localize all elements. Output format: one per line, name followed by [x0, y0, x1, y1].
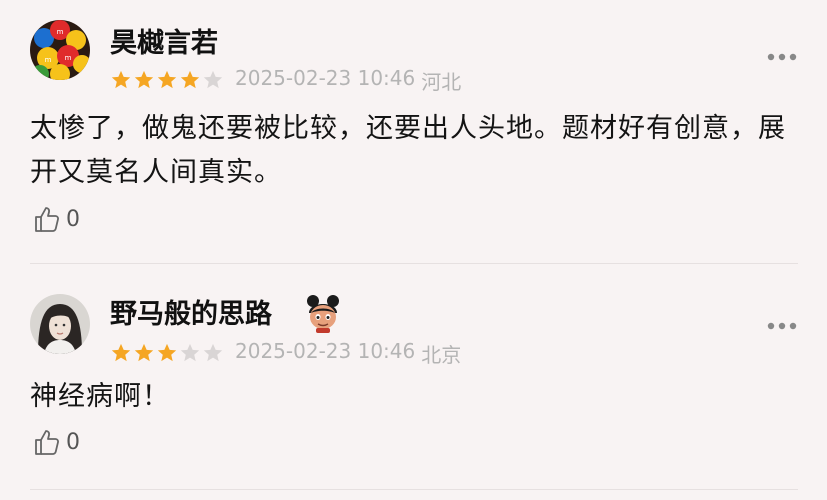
user-avatar[interactable]: m m m — [30, 20, 90, 80]
candy-avatar-icon: m m m — [30, 20, 90, 80]
review-text: 太惨了，做鬼还要被比较，还要出人头地。题材好有创意，展开又莫名人间真实。 — [30, 113, 786, 188]
username[interactable]: 野马般的思路 — [110, 298, 272, 332]
review-location: 北京 — [421, 342, 462, 367]
review-date: 2025-02-23 10:46 — [235, 65, 416, 90]
review-meta: 2025-02-23 10:46 北京 — [110, 339, 461, 368]
review-meta-text: 2025-02-23 10:46 北京 — [235, 339, 461, 368]
thumbs-up-icon — [35, 430, 59, 455]
portrait-avatar-icon — [30, 294, 90, 354]
review-location: 河北 — [421, 69, 462, 94]
star-filled-icon — [157, 70, 177, 89]
svg-text:m: m — [57, 28, 64, 36]
review-meta: 2025-02-23 10:46 河北 — [110, 66, 461, 95]
star-filled-icon — [134, 70, 154, 89]
star-filled-icon — [111, 70, 131, 89]
star-empty-icon — [180, 343, 200, 362]
username[interactable]: 昊樾言若 — [110, 27, 218, 61]
cartoon-character-badge-icon — [303, 293, 343, 333]
svg-text:m: m — [65, 54, 72, 62]
review-card: m m m 昊樾言若 2025-02-23 10:46 河北 太惨了，做鬼还要被… — [0, 0, 827, 265]
like-count: 0 — [66, 206, 80, 232]
review-date: 2025-02-23 10:46 — [235, 338, 416, 363]
review-card: 野马般的思路 2025-02-23 10:46 北京 神经病啊！ 0 — [0, 265, 827, 500]
star-filled-icon — [111, 343, 131, 362]
like-count: 0 — [66, 429, 80, 455]
like-button[interactable]: 0 — [32, 425, 80, 459]
star-rating — [110, 69, 225, 91]
star-empty-icon — [203, 343, 223, 362]
ellipsis-icon — [767, 322, 797, 330]
more-options-button[interactable] — [766, 318, 798, 332]
more-options-button[interactable] — [766, 49, 798, 63]
star-rating — [110, 342, 225, 364]
divider — [30, 489, 798, 490]
star-filled-icon — [180, 70, 200, 89]
divider — [30, 263, 798, 264]
ellipsis-icon — [767, 53, 797, 61]
user-avatar[interactable] — [30, 294, 90, 354]
review-meta-text: 2025-02-23 10:46 河北 — [235, 66, 461, 95]
star-empty-icon — [203, 70, 223, 89]
svg-text:m: m — [45, 56, 52, 64]
thumbs-up-icon — [35, 207, 59, 232]
review-text: 神经病啊！ — [30, 381, 170, 412]
like-button[interactable]: 0 — [32, 202, 80, 236]
star-filled-icon — [134, 343, 154, 362]
star-filled-icon — [157, 343, 177, 362]
